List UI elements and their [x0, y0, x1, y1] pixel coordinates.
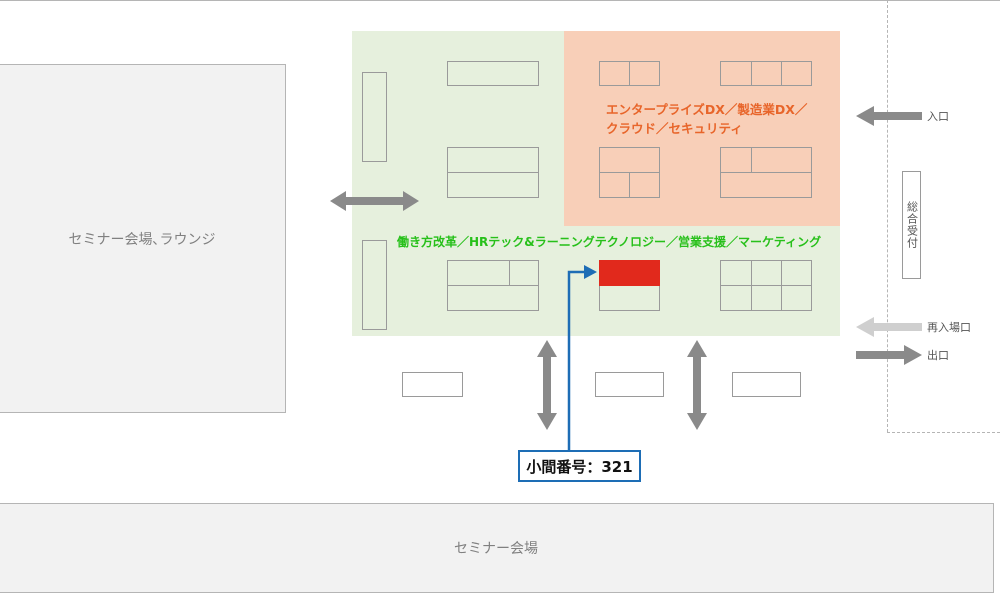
reentry-arrow-icon [856, 317, 922, 337]
double-arrow-horizontal [330, 191, 419, 211]
reentry-label: 再入場口 [927, 321, 971, 334]
arrows-layer [330, 106, 922, 450]
booth-number-text: 小間番号：321 [526, 457, 633, 476]
entrance-arrow-icon [856, 106, 922, 126]
booth-callout-arrowhead [584, 265, 597, 279]
booth-callout-connector [567, 270, 586, 450]
entrance-label: 入口 [927, 110, 949, 123]
booth-number-callout: 小間番号：321 [518, 450, 641, 482]
double-arrow-vertical-right [687, 340, 707, 430]
double-arrow-vertical-left [537, 340, 557, 430]
exit-arrow-icon [856, 345, 922, 365]
exit-label: 出口 [927, 349, 949, 362]
